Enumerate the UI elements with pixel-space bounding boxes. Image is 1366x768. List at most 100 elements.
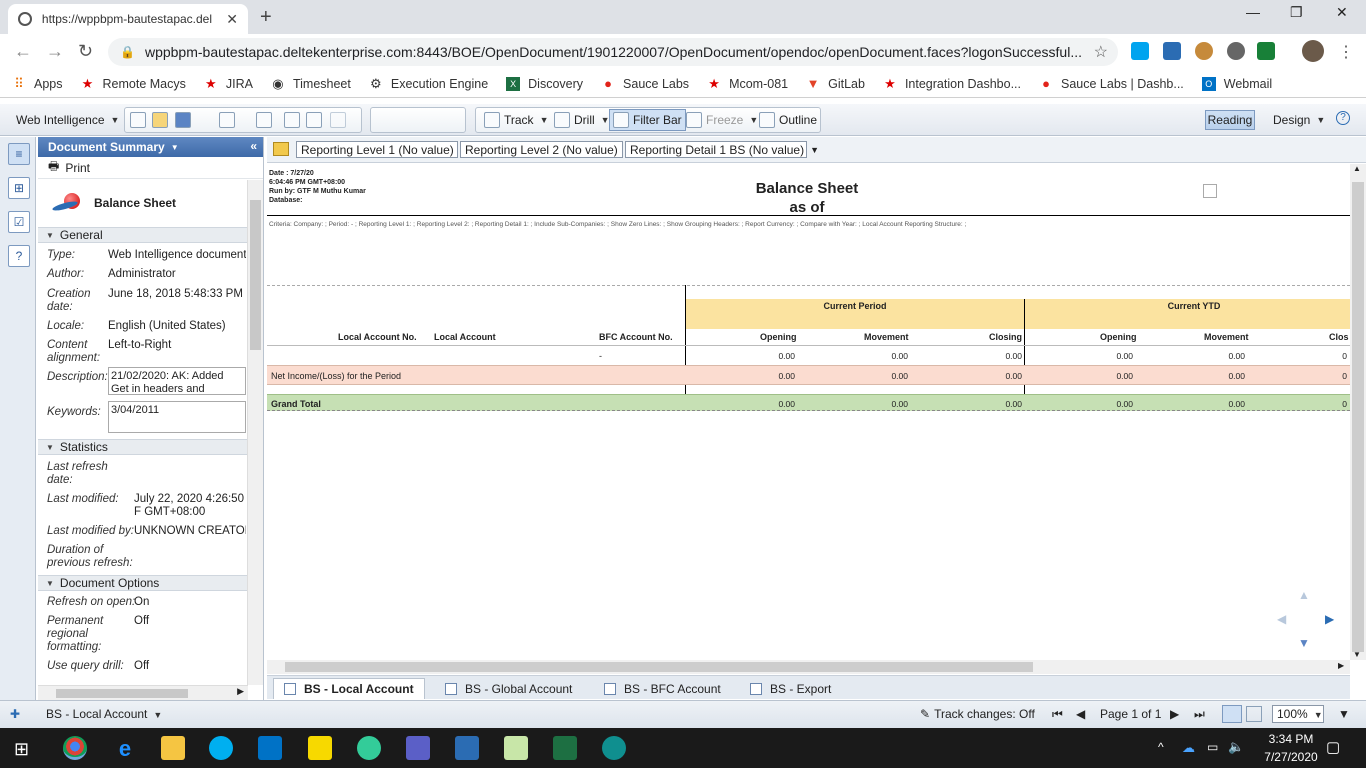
page-down-arrow-icon[interactable]: ▼	[1298, 636, 1310, 650]
save-icon[interactable]	[175, 112, 191, 128]
print-icon[interactable]	[219, 112, 235, 128]
general-section-header[interactable]: ▼ General	[38, 227, 263, 243]
col-ytd-closing[interactable]: Clos	[1329, 332, 1349, 342]
navigation-map-icon[interactable]: ⊞	[8, 177, 30, 199]
drill-button[interactable]: Drill ▼	[554, 109, 610, 131]
last-page-icon[interactable]: ⏭	[1194, 707, 1205, 722]
reporting-level-2-filter[interactable]: Reporting Level 2 (No value)▼	[460, 141, 633, 158]
scroll-right-icon[interactable]: ▶	[237, 686, 244, 697]
close-tab-icon[interactable]: ✕	[226, 11, 238, 28]
tab-bs-local-account[interactable]: BS - Local Account	[273, 678, 425, 699]
battery-icon[interactable]: ▭	[1207, 740, 1218, 754]
bookmark-apps[interactable]: ⠿ Apps	[12, 76, 62, 91]
clock-time[interactable]: 3:34 PM	[1262, 732, 1320, 746]
sticky-notes-taskbar-icon[interactable]	[308, 736, 332, 760]
bookmark-star-icon[interactable]: ☆	[1094, 42, 1108, 62]
file-explorer-taskbar-icon[interactable]	[161, 736, 185, 760]
open-folder-icon[interactable]	[152, 112, 168, 128]
reporting-detail-1-filter[interactable]: Reporting Detail 1 BS (No value) ▼	[625, 141, 819, 158]
zoom-select[interactable]: 100% ▼	[1272, 705, 1324, 723]
panel-vertical-scrollbar[interactable]	[247, 180, 263, 685]
chrome-taskbar-icon[interactable]	[63, 736, 87, 760]
filter-bar-button[interactable]: Filter Bar	[609, 109, 686, 131]
tab-bs-bfc-account[interactable]: BS - BFC Account	[604, 678, 721, 699]
document-options-section-header[interactable]: ▼ Document Options	[38, 575, 263, 591]
send-mail-icon[interactable]	[330, 112, 346, 128]
description-field[interactable]: 21/02/2020: AK: Added Get in headers and…	[108, 367, 246, 395]
col-bfc-account-no[interactable]: BFC Account No.	[599, 332, 673, 342]
document-summary-icon[interactable]: ≡	[8, 143, 30, 165]
export-icon[interactable]	[306, 112, 322, 128]
col-local-account-no[interactable]: Local Account No.	[338, 332, 417, 342]
find-icon[interactable]	[256, 112, 272, 128]
volume-icon[interactable]: 🔈	[1228, 739, 1244, 755]
url-bar[interactable]: 🔒 wppbpm-bautestapac.deltekenterprise.co…	[108, 38, 1118, 66]
windows-start-icon[interactable]: ⊞	[14, 739, 29, 760]
next-page-icon[interactable]: ▶	[1170, 707, 1179, 721]
tab-bs-global-account[interactable]: BS - Global Account	[445, 678, 572, 699]
status-menu-icon[interactable]: ▼	[1338, 707, 1350, 721]
teams-taskbar-icon[interactable]	[406, 736, 430, 760]
history-icon[interactable]	[284, 112, 300, 128]
statistics-section-header[interactable]: ▼ Statistics	[38, 439, 263, 455]
page-left-arrow-icon[interactable]: ◀	[1277, 612, 1286, 626]
col-opening[interactable]: Opening	[760, 332, 797, 342]
bookmark-timesheet[interactable]: ◉ Timesheet	[271, 76, 351, 91]
maximize-icon[interactable]: ❐	[1290, 4, 1303, 21]
help-panel-icon[interactable]: ?	[8, 245, 30, 267]
app-taskbar-icon[interactable]	[455, 736, 479, 760]
previous-page-icon[interactable]: ◀	[1076, 707, 1085, 721]
extension-icon[interactable]	[1163, 42, 1181, 60]
excel-taskbar-icon[interactable]	[553, 736, 577, 760]
keywords-field[interactable]: 3/04/2011	[108, 401, 246, 433]
quick-display-icon[interactable]	[1222, 705, 1242, 723]
page-mode-icon[interactable]	[1246, 706, 1262, 722]
new-tab-button[interactable]: +	[260, 6, 272, 29]
print-summary-button[interactable]: 🖶 Print	[38, 157, 263, 179]
chevron-up-icon[interactable]: ^	[1158, 740, 1164, 754]
outlook-taskbar-icon[interactable]	[258, 736, 282, 760]
bookmark-gitlab[interactable]: ▼ GitLab	[806, 76, 865, 91]
bookmark-sauce-labs[interactable]: ● Sauce Labs	[601, 76, 689, 91]
bookmark-remote-macys[interactable]: ★ Remote Macys	[81, 76, 186, 91]
report-horizontal-scrollbar[interactable]: ▶	[267, 660, 1350, 674]
bookmark-sauce-labs-dashboard[interactable]: ● Sauce Labs | Dashb...	[1039, 76, 1184, 91]
new-document-icon[interactable]	[130, 112, 146, 128]
scroll-right-icon[interactable]: ▶	[1338, 661, 1344, 670]
scroll-down-icon[interactable]: ▼	[1353, 650, 1361, 659]
tab-bs-export[interactable]: BS - Export	[750, 678, 831, 699]
first-page-icon[interactable]: ⏮	[1052, 707, 1063, 722]
col-closing[interactable]: Closing	[989, 332, 1022, 342]
app-taskbar-icon[interactable]	[504, 736, 528, 760]
report-vertical-scrollbar[interactable]: ▲ ▼	[1350, 164, 1366, 660]
notifications-icon[interactable]: ▢	[1326, 738, 1340, 756]
bookmark-jira[interactable]: ★ JIRA	[204, 76, 253, 91]
bookmark-execution-engine[interactable]: ⚙ Execution Engine	[369, 76, 488, 91]
reporting-level-1-filter[interactable]: Reporting Level 1 (No value)▼	[296, 141, 469, 158]
scroll-up-icon[interactable]: ▲	[1353, 164, 1361, 173]
bookmark-integration-dashboard[interactable]: ★ Integration Dashbo...	[883, 76, 1021, 91]
col-ytd-movement[interactable]: Movement	[1204, 332, 1249, 342]
panel-horizontal-scrollbar[interactable]: ▶	[38, 685, 248, 700]
profile-avatar[interactable]	[1302, 40, 1324, 62]
reading-mode-button[interactable]: Reading	[1205, 110, 1255, 130]
col-ytd-opening[interactable]: Opening	[1100, 332, 1137, 342]
sheets-extension-icon[interactable]	[1257, 42, 1275, 60]
track-changes-status[interactable]: ✎ Track changes: Off	[920, 707, 1035, 721]
collapse-panel-icon[interactable]: «	[250, 139, 257, 153]
outline-button[interactable]: Outline	[759, 109, 817, 131]
page-right-arrow-icon[interactable]: ▶	[1325, 612, 1334, 626]
filter-bar-icon[interactable]	[273, 142, 289, 156]
skype-taskbar-icon[interactable]	[209, 736, 233, 760]
web-intelligence-menu[interactable]: Web Intelligence ▼	[16, 109, 119, 131]
input-controls-icon[interactable]: ☑	[8, 211, 30, 233]
bookmark-mcom-081[interactable]: ★ Mcom-081	[707, 76, 788, 91]
page-indicator[interactable]: Page 1 of 1	[1100, 707, 1161, 721]
close-window-icon[interactable]: ✕	[1336, 4, 1348, 21]
help-icon[interactable]: ?	[1336, 111, 1350, 125]
freeze-button[interactable]: Freeze ▼	[686, 109, 758, 131]
app-taskbar-icon[interactable]	[602, 736, 626, 760]
col-local-account[interactable]: Local Account	[434, 332, 496, 342]
edge-taskbar-icon[interactable]: e	[113, 736, 137, 761]
reload-icon[interactable]: ↻	[78, 41, 93, 62]
